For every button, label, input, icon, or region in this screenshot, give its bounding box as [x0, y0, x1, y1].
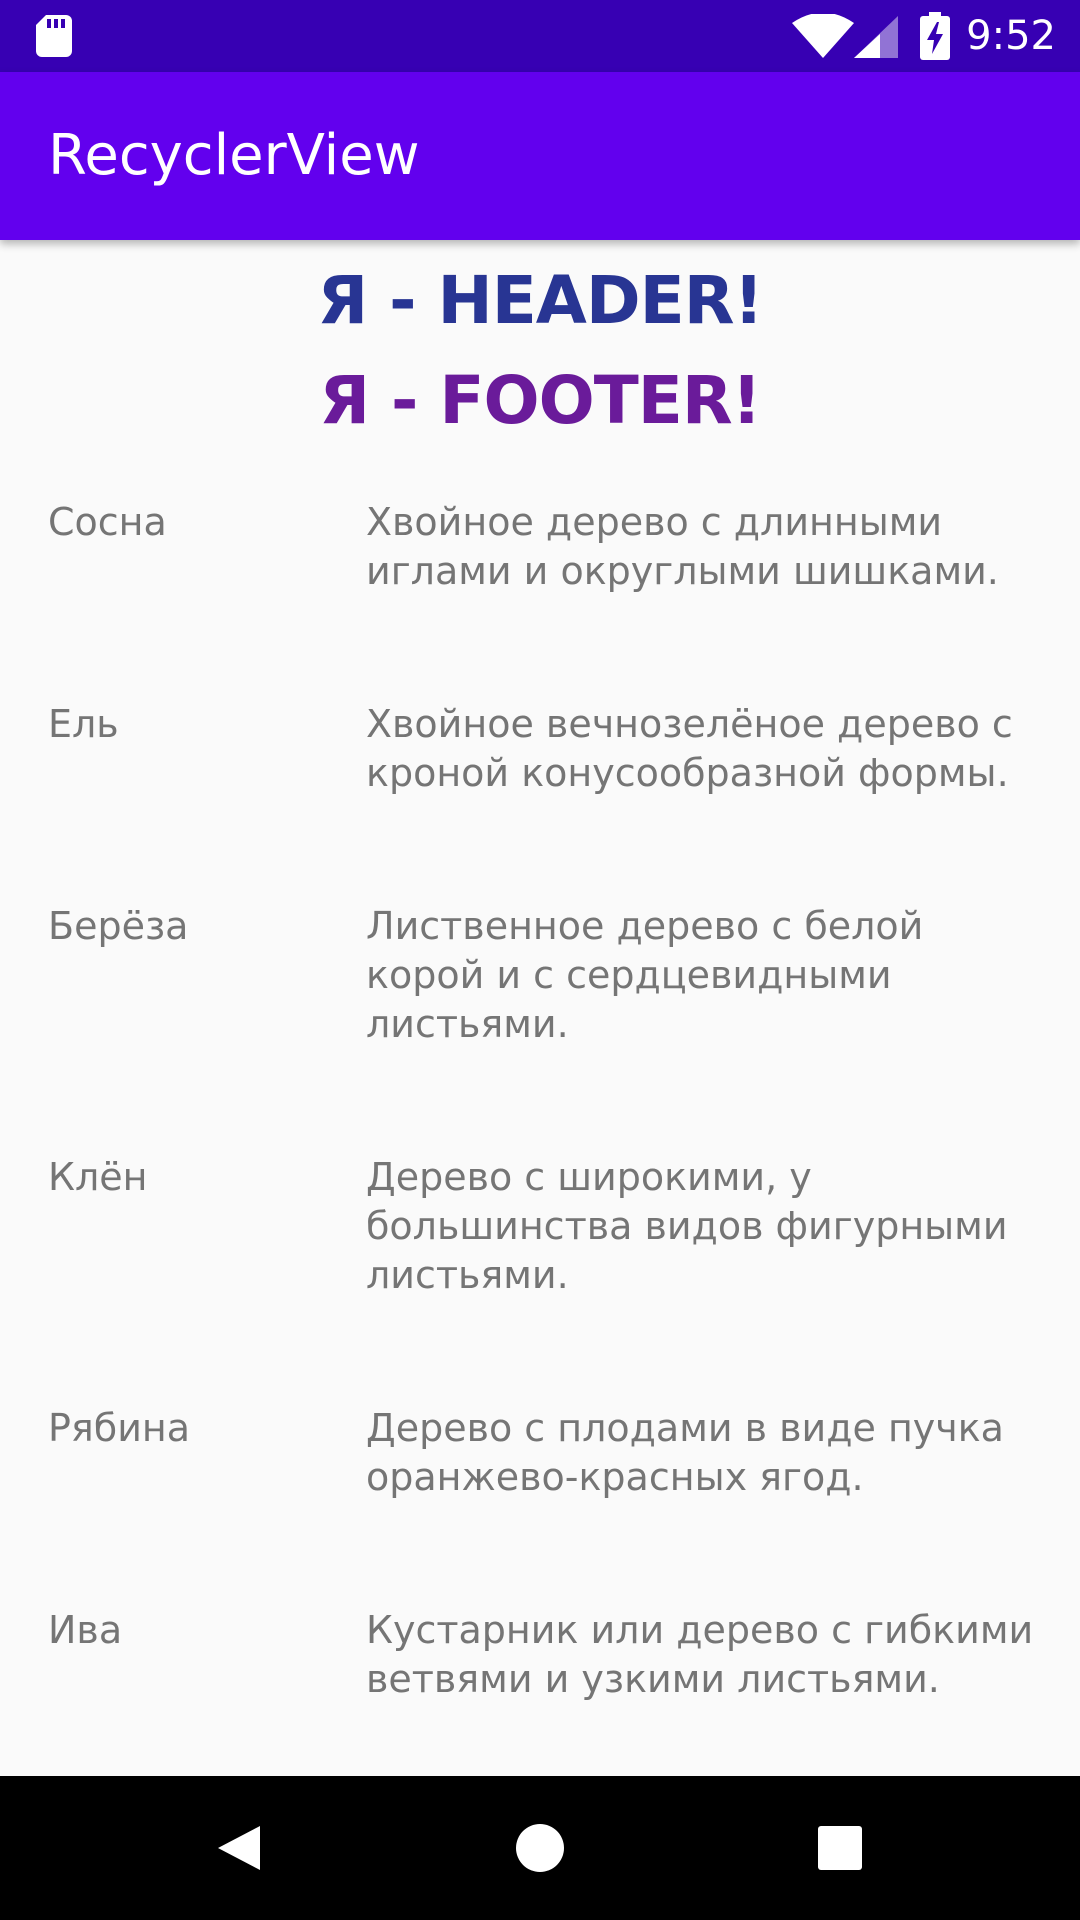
status-clock: 9:52 — [966, 13, 1056, 59]
description-line: оранжево-красных ягод. — [366, 1455, 864, 1499]
tree-name: Ель — [48, 702, 119, 746]
cell-signal-icon — [854, 16, 898, 58]
list-header: Я - HEADER! — [317, 262, 763, 339]
description-line: Хвойное дерево с длинными — [366, 500, 943, 544]
home-icon[interactable] — [504, 1812, 576, 1884]
tree-description: Хвойное вечнозелёное дерево с кроной кон… — [366, 700, 1046, 798]
description-line: Дерево с плодами в виде пучка — [366, 1406, 1004, 1450]
navigation-bar — [0, 1776, 1080, 1920]
status-bar: 9:52 — [0, 0, 1080, 72]
description-line: иглами и округлыми шишками. — [366, 549, 999, 593]
tree-description: Дерево с плодами в виде пучка оранжево-к… — [366, 1404, 1046, 1502]
tree-description: Лиственное дерево с белой корой и с серд… — [366, 902, 1046, 1049]
description-line: большинства видов фигурными — [366, 1204, 1008, 1248]
description-line: ветвями и узкими листьями. — [366, 1657, 940, 1701]
description-line: корой и с сердцевидными — [366, 953, 892, 997]
tree-description: Кустарник или дерево с гибкими ветвями и… — [366, 1606, 1046, 1704]
description-line: Лиственное дерево с белой — [366, 904, 924, 948]
tree-name: Ива — [48, 1608, 123, 1652]
recycler-view[interactable]: Я - HEADER! Я - FOOTER! Сосна Хвойное де… — [0, 240, 1080, 1776]
tree-name: Рябина — [48, 1406, 191, 1450]
description-line: кроной конусообразной формы. — [366, 751, 1009, 795]
sd-card-icon — [36, 15, 72, 57]
tree-description: Дерево с широкими, у большинства видов ф… — [366, 1153, 1046, 1300]
tree-name: Клён — [48, 1155, 148, 1199]
battery-charging-icon — [920, 12, 950, 60]
tree-description: Хвойное дерево с длинными иглами и округ… — [366, 498, 1046, 596]
screen: 9:52 RecyclerView Я - HEADER! Я - FOOTER… — [0, 0, 1080, 1920]
description-line: Хвойное вечнозелёное дерево с — [366, 702, 1013, 746]
description-line: Кустарник или дерево с гибкими — [366, 1608, 1034, 1652]
tree-name: Берёза — [48, 904, 189, 948]
tree-name: Сосна — [48, 500, 167, 544]
description-line: Дерево с широкими, у — [366, 1155, 812, 1199]
list-footer: Я - FOOTER! — [319, 362, 762, 439]
description-line: листьями. — [366, 1253, 569, 1297]
app-title: RecyclerView — [48, 123, 420, 188]
app-bar: RecyclerView — [0, 72, 1080, 240]
back-icon[interactable] — [204, 1812, 276, 1884]
wifi-icon — [792, 14, 854, 58]
description-line: листьями. — [366, 1002, 569, 1046]
recents-icon[interactable] — [804, 1812, 876, 1884]
